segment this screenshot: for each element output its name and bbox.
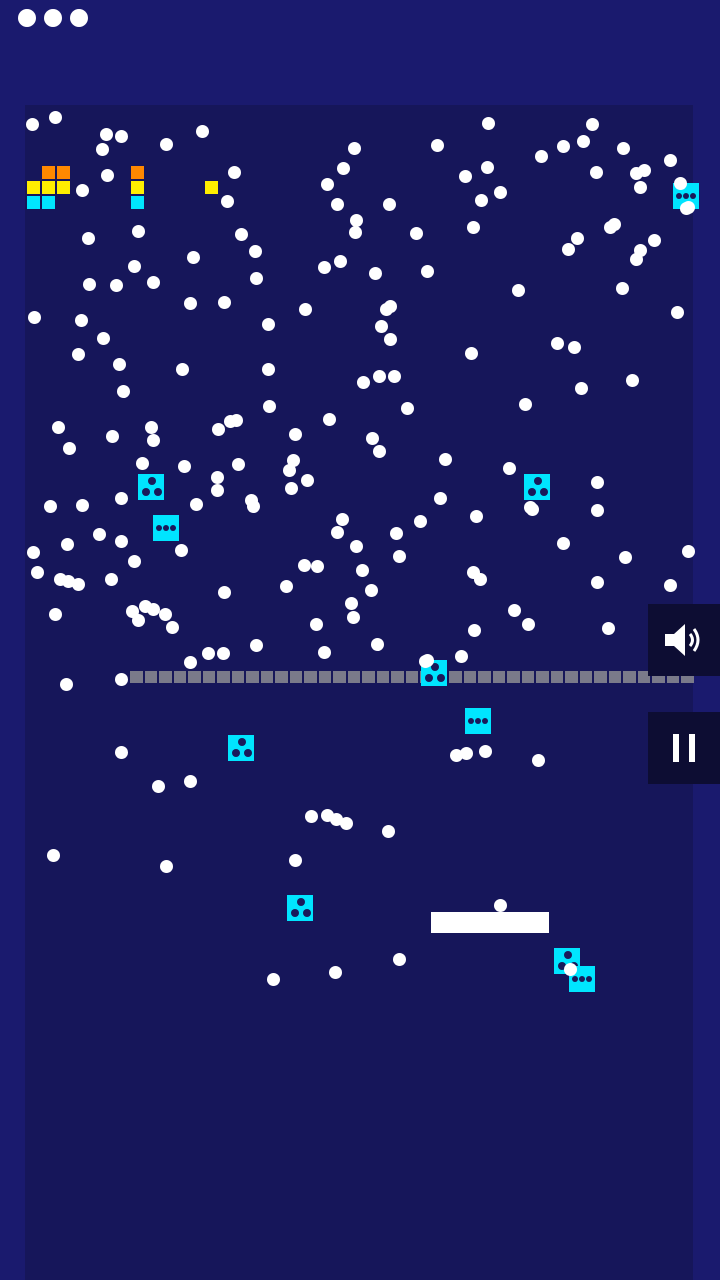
pause-button[interactable] bbox=[648, 712, 720, 784]
barrier-segment bbox=[159, 671, 172, 683]
barrier-segment bbox=[144, 671, 157, 683]
barrier-segment bbox=[449, 671, 462, 683]
barrier-segment bbox=[391, 671, 404, 683]
barrier-segment bbox=[463, 671, 476, 683]
life-icon bbox=[44, 9, 62, 27]
barrier-segment bbox=[304, 671, 317, 683]
barrier-segment bbox=[347, 671, 360, 683]
speaker-on-icon bbox=[665, 624, 700, 656]
sound-button[interactable] bbox=[648, 604, 720, 676]
life-icon bbox=[70, 9, 88, 27]
barrier-segment bbox=[202, 671, 215, 683]
barrier-segment bbox=[231, 671, 244, 683]
barrier-segment bbox=[376, 671, 389, 683]
top-bar bbox=[0, 0, 720, 105]
barrier-segment bbox=[507, 671, 520, 683]
barrier-segment bbox=[579, 671, 592, 683]
barrier-segment bbox=[173, 671, 186, 683]
barrier-segment bbox=[188, 671, 201, 683]
barrier-segment bbox=[608, 671, 621, 683]
pause-icon bbox=[673, 734, 695, 762]
barrier-segment bbox=[478, 671, 491, 683]
barrier-segment bbox=[362, 671, 375, 683]
paddle[interactable] bbox=[431, 912, 549, 933]
barrier-segment bbox=[333, 671, 346, 683]
barrier-segment bbox=[289, 671, 302, 683]
barrier-segment bbox=[434, 671, 447, 683]
lives-indicator bbox=[18, 9, 88, 27]
barrier-segment bbox=[594, 671, 607, 683]
barrier-segment bbox=[217, 671, 230, 683]
barrier-segment bbox=[318, 671, 331, 683]
barrier-segment bbox=[521, 671, 534, 683]
barrier-segment bbox=[405, 671, 418, 683]
barrier-segment bbox=[260, 671, 273, 683]
barrier-segment bbox=[550, 671, 563, 683]
playfield bbox=[25, 105, 693, 1280]
barrier-segment bbox=[130, 671, 143, 683]
barrier-segment bbox=[420, 671, 433, 683]
barrier-segment bbox=[275, 671, 288, 683]
barrier-segment bbox=[492, 671, 505, 683]
barrier-segment bbox=[623, 671, 636, 683]
life-icon bbox=[18, 9, 36, 27]
barrier-segment bbox=[246, 671, 259, 683]
barrier-segment bbox=[565, 671, 578, 683]
barrier-segment bbox=[536, 671, 549, 683]
barrier-row bbox=[130, 671, 695, 683]
